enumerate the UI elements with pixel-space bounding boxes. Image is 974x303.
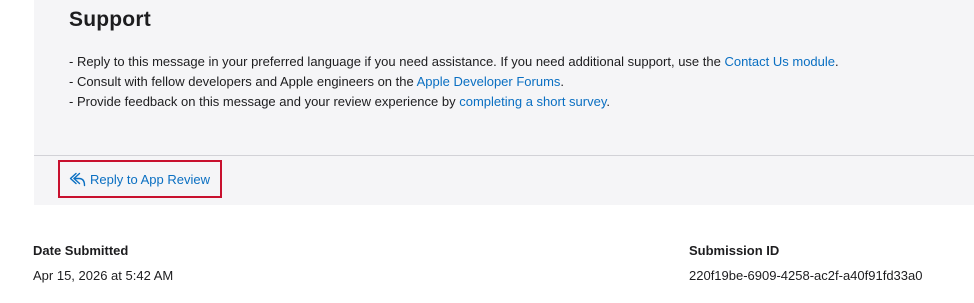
- reply-button-label: Reply to App Review: [90, 171, 210, 187]
- support-line-reply-end: .: [835, 54, 839, 69]
- submission-id-label: Submission ID: [689, 243, 780, 258]
- reply-to-app-review-button[interactable]: Reply to App Review: [58, 160, 222, 198]
- support-line-forums: - Consult with fellow developers and App…: [69, 72, 839, 92]
- support-line-feedback-end: .: [606, 94, 611, 109]
- date-submitted-label: Date Submitted: [33, 243, 129, 258]
- contact-us-link[interactable]: Contact Us module: [724, 54, 835, 69]
- support-line-reply: - Reply to this message in your preferre…: [69, 52, 839, 72]
- submission-id-value: 220f19be-6909-4258-ac2f-a40f91fd33a0: [689, 268, 923, 283]
- support-list: - Reply to this message in your preferre…: [69, 52, 839, 112]
- section-divider: [34, 155, 974, 156]
- support-heading: Support: [69, 8, 151, 31]
- support-line-forums-end: .: [560, 74, 565, 89]
- reply-arrow-icon: [69, 172, 86, 187]
- date-submitted-value: Apr 15, 2026 at 5:42 AM: [33, 268, 174, 283]
- app-review-message-page: Support - Reply to this message in your …: [0, 0, 974, 303]
- support-line-feedback: - Provide feedback on this message and y…: [69, 92, 839, 112]
- support-line-forums-text: - Consult with fellow developers and App…: [69, 74, 417, 89]
- survey-link[interactable]: completing a short survey: [459, 94, 606, 109]
- support-line-feedback-text: - Provide feedback on this message and y…: [69, 94, 460, 109]
- support-line-reply-text: - Reply to this message in your preferre…: [69, 54, 725, 69]
- developer-forums-link[interactable]: Apple Developer Forums: [417, 74, 561, 89]
